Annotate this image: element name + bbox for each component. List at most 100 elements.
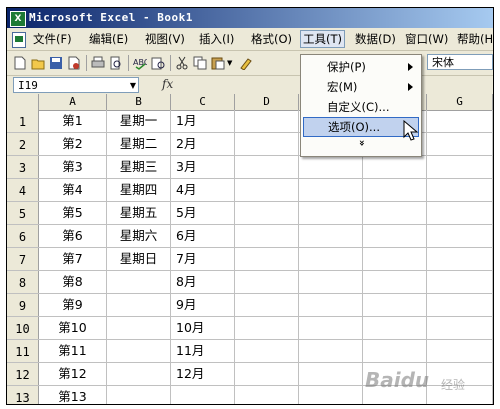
cell-a11[interactable]: 第11 [39, 340, 107, 362]
column-header-a[interactable]: A [39, 94, 107, 110]
column-header-g[interactable]: G [427, 94, 493, 110]
cell-c1[interactable]: 1月 [171, 110, 235, 132]
cell-d8[interactable] [235, 271, 299, 293]
cell-d12[interactable] [235, 363, 299, 385]
cell-c13[interactable] [171, 386, 235, 404]
font-name-select[interactable]: 宋体 [427, 54, 493, 70]
insert-function-icon[interactable]: fx [162, 77, 173, 91]
row-header[interactable]: 12 [7, 363, 39, 385]
cell-b13[interactable] [107, 386, 171, 404]
cell-a2[interactable]: 第2 [39, 133, 107, 155]
cell-a7[interactable]: 第7 [39, 248, 107, 270]
paste-options-dropdown-icon[interactable]: ▼ [227, 56, 235, 70]
cell-e4[interactable] [299, 179, 363, 201]
cell-b7[interactable]: 星期日 [107, 248, 171, 270]
menu-item-customize[interactable]: 自定义(C)... [303, 97, 419, 117]
cell-g2[interactable] [427, 133, 493, 155]
cell-c6[interactable]: 6月 [171, 225, 235, 247]
row-header[interactable]: 11 [7, 340, 39, 362]
cell-d11[interactable] [235, 340, 299, 362]
name-box[interactable]: I19 ▼ [13, 77, 139, 93]
cell-e11[interactable] [299, 340, 363, 362]
print-icon[interactable] [91, 56, 105, 70]
cell-d5[interactable] [235, 202, 299, 224]
row-header[interactable]: 10 [7, 317, 39, 339]
cell-b9[interactable] [107, 294, 171, 316]
new-file-icon[interactable] [13, 56, 27, 70]
cell-d1[interactable] [235, 110, 299, 132]
print-preview-icon[interactable] [109, 56, 123, 70]
cell-g11[interactable] [427, 340, 493, 362]
select-all-corner[interactable] [7, 94, 39, 110]
row-header[interactable]: 5 [7, 202, 39, 224]
cell-f6[interactable] [363, 225, 427, 247]
cell-f4[interactable] [363, 179, 427, 201]
menu-data[interactable]: 数据(D) [353, 31, 398, 47]
menu-help[interactable]: 帮助(H) [455, 31, 493, 47]
cell-g6[interactable] [427, 225, 493, 247]
row-header[interactable]: 4 [7, 179, 39, 201]
cell-b8[interactable] [107, 271, 171, 293]
cell-f5[interactable] [363, 202, 427, 224]
cell-d2[interactable] [235, 133, 299, 155]
cell-d10[interactable] [235, 317, 299, 339]
cell-g3[interactable] [427, 156, 493, 178]
cell-a3[interactable]: 第3 [39, 156, 107, 178]
save-icon[interactable] [49, 56, 63, 70]
cell-b1[interactable]: 星期一 [107, 110, 171, 132]
excel-app-icon[interactable]: X [10, 11, 26, 27]
row-header[interactable]: 3 [7, 156, 39, 178]
cell-b6[interactable]: 星期六 [107, 225, 171, 247]
cell-c5[interactable]: 5月 [171, 202, 235, 224]
column-header-d[interactable]: D [235, 94, 299, 110]
cell-a12[interactable]: 第12 [39, 363, 107, 385]
menu-item-options[interactable]: 选项(O)... [303, 117, 419, 137]
cell-a8[interactable]: 第8 [39, 271, 107, 293]
cell-e12[interactable] [299, 363, 363, 385]
menu-item-macro[interactable]: 宏(M) [303, 77, 419, 97]
cut-icon[interactable] [175, 56, 189, 70]
cell-d4[interactable] [235, 179, 299, 201]
cell-e3[interactable] [299, 156, 363, 178]
row-header[interactable]: 2 [7, 133, 39, 155]
cell-a13[interactable]: 第13 [39, 386, 107, 404]
cell-f7[interactable] [363, 248, 427, 270]
column-header-c[interactable]: C [171, 94, 235, 110]
cell-f11[interactable] [363, 340, 427, 362]
menu-tools[interactable]: 工具(T) [300, 30, 345, 48]
cell-e10[interactable] [299, 317, 363, 339]
cell-b4[interactable]: 星期四 [107, 179, 171, 201]
cell-e8[interactable] [299, 271, 363, 293]
cell-a6[interactable]: 第6 [39, 225, 107, 247]
cell-d6[interactable] [235, 225, 299, 247]
cell-a5[interactable]: 第5 [39, 202, 107, 224]
cell-d9[interactable] [235, 294, 299, 316]
copy-icon[interactable] [193, 56, 207, 70]
cell-g9[interactable] [427, 294, 493, 316]
cell-a10[interactable]: 第10 [39, 317, 107, 339]
row-header[interactable]: 8 [7, 271, 39, 293]
cell-b2[interactable]: 星期二 [107, 133, 171, 155]
chevron-down-icon[interactable]: ▼ [130, 78, 136, 93]
workbook-icon[interactable] [12, 32, 26, 48]
cell-e6[interactable] [299, 225, 363, 247]
cell-c9[interactable]: 9月 [171, 294, 235, 316]
permission-icon[interactable] [67, 56, 81, 70]
cell-c7[interactable]: 7月 [171, 248, 235, 270]
spelling-icon[interactable]: ABC [133, 56, 147, 70]
paste-icon[interactable] [211, 56, 225, 70]
cell-c3[interactable]: 3月 [171, 156, 235, 178]
cell-e7[interactable] [299, 248, 363, 270]
cell-g7[interactable] [427, 248, 493, 270]
cell-d13[interactable] [235, 386, 299, 404]
cell-f10[interactable] [363, 317, 427, 339]
cell-e5[interactable] [299, 202, 363, 224]
menu-edit[interactable]: 编辑(E) [87, 31, 130, 47]
menu-window[interactable]: 窗口(W) [403, 31, 450, 47]
cell-c11[interactable]: 11月 [171, 340, 235, 362]
cell-g4[interactable] [427, 179, 493, 201]
column-header-b[interactable]: B [107, 94, 171, 110]
menu-item-protection[interactable]: 保护(P) [303, 57, 419, 77]
row-header[interactable]: 7 [7, 248, 39, 270]
cell-a4[interactable]: 第4 [39, 179, 107, 201]
